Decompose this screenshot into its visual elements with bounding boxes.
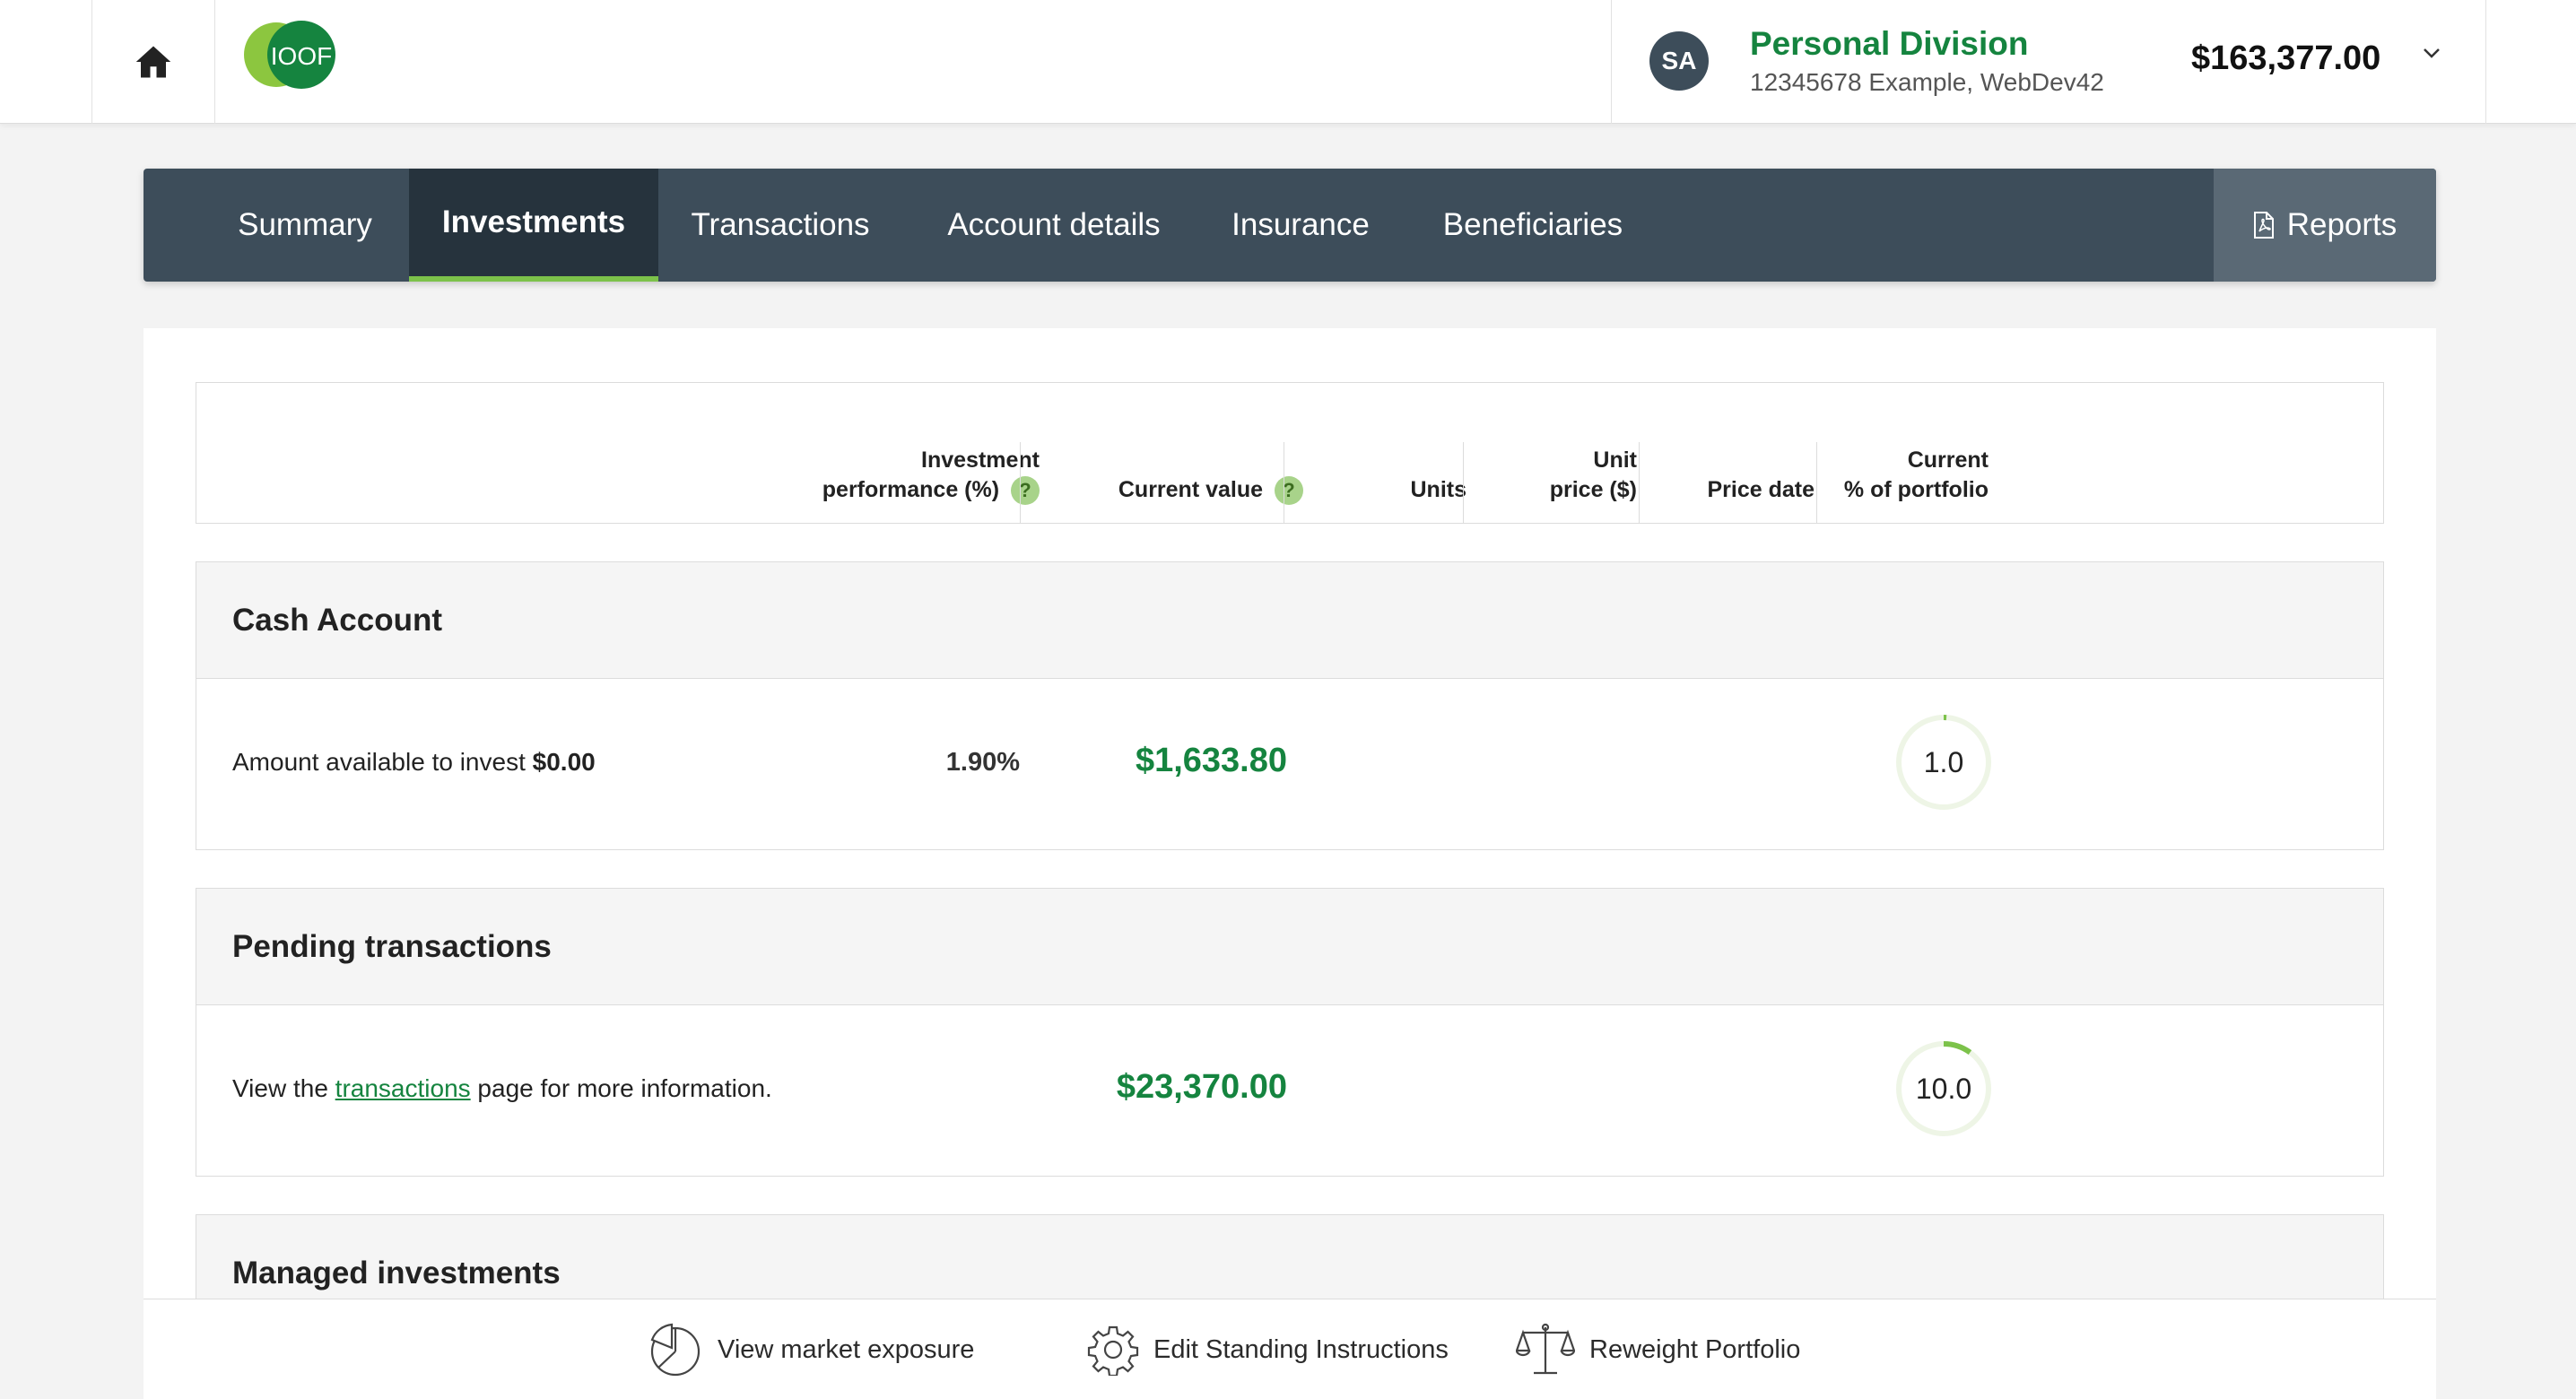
column-price-date: Price date xyxy=(1707,477,1815,502)
home-button[interactable] xyxy=(91,0,215,124)
pending-portfolio-percent: 10.0 xyxy=(1915,1072,1972,1105)
ioof-logo[interactable]: IOOF xyxy=(242,20,343,90)
account-name: Personal Division xyxy=(1750,25,2029,62)
account-balance: $163,377.00 xyxy=(2191,39,2381,77)
account-number: 12345678 Example, WebDev42 xyxy=(1750,68,2104,96)
column-divider xyxy=(1020,442,1021,523)
column-current-value: Current value ? xyxy=(1118,475,1303,506)
cash-available-amount: $0.00 xyxy=(532,748,596,776)
main-nav: Summary Investments Transactions Account… xyxy=(144,169,2436,282)
section-title: Cash Account xyxy=(196,562,2383,679)
column-current-portfolio: Current % of portfolio xyxy=(1843,448,1989,502)
table-row: Amount available to invest $0.00 1.90% $… xyxy=(196,679,2383,849)
avatar: SA xyxy=(1649,31,1709,91)
tab-insurance[interactable]: Insurance xyxy=(1220,169,1381,282)
cash-portfolio-percent: 1.0 xyxy=(1923,745,1964,778)
investments-panel: Investment performance (%) ? Current val… xyxy=(144,328,2436,1399)
pdf-file-icon xyxy=(2253,212,2274,239)
reports-button[interactable]: Reports xyxy=(2214,169,2436,282)
logo-text: IOOF xyxy=(271,42,332,70)
column-divider xyxy=(1639,442,1640,523)
reports-label: Reports xyxy=(2286,207,2398,242)
view-market-exposure-button[interactable]: View market exposure xyxy=(648,1299,974,1399)
reweight-portfolio-button[interactable]: Reweight Portfolio xyxy=(1516,1299,1800,1399)
cash-account-section: Cash Account Amount available to invest … xyxy=(196,561,2384,850)
reweight-label: Reweight Portfolio xyxy=(1589,1334,1801,1364)
section-title: Pending transactions xyxy=(196,889,2383,1005)
current-value-help-icon[interactable]: ? xyxy=(1275,476,1303,506)
cash-performance: 1.90% xyxy=(945,748,1020,777)
performance-help-icon[interactable]: ? xyxy=(1011,476,1040,506)
column-unit-price: Unit price ($) xyxy=(1549,448,1637,502)
cash-current-value: $1,633.80 xyxy=(1135,742,1287,779)
table-column-headers: Investment performance (%) ? Current val… xyxy=(196,382,2384,524)
top-header: IOOF SA Personal Division 12345678 Examp… xyxy=(0,0,2576,124)
edit-standing-instructions-button[interactable]: Edit Standing Instructions xyxy=(1087,1299,1449,1399)
standing-instructions-label: Edit Standing Instructions xyxy=(1153,1334,1449,1364)
tab-investments[interactable]: Investments xyxy=(409,169,658,282)
balance-scale-icon xyxy=(1516,1323,1575,1375)
pending-transactions-section: Pending transactions View the transactio… xyxy=(196,888,2384,1177)
tab-summary[interactable]: Summary xyxy=(215,169,395,282)
market-exposure-label: View market exposure xyxy=(718,1334,975,1364)
tab-beneficiaries[interactable]: Beneficiaries xyxy=(1424,169,1641,282)
column-divider xyxy=(1816,442,1817,523)
chevron-down-icon[interactable] xyxy=(2422,47,2441,59)
pending-current-value: $23,370.00 xyxy=(1116,1068,1287,1106)
home-icon xyxy=(135,46,171,78)
table-row: View the transactions page for more info… xyxy=(196,1005,2383,1176)
gear-icon xyxy=(1087,1325,1139,1376)
pending-info-text: View the transactions page for more info… xyxy=(232,1074,772,1102)
action-bar: View market exposure Edit Standing Instr… xyxy=(144,1299,2436,1399)
pie-chart-icon xyxy=(650,1323,701,1377)
column-investment-performance: Investment performance (%) ? xyxy=(822,446,1040,506)
tab-account-details[interactable]: Account details xyxy=(929,169,1179,282)
account-switcher[interactable]: SA Personal Division 12345678 Example, W… xyxy=(1611,0,2486,124)
transactions-link[interactable]: transactions xyxy=(335,1074,471,1102)
column-units: Units xyxy=(1410,477,1467,502)
column-divider xyxy=(1463,442,1464,523)
tab-transactions[interactable]: Transactions xyxy=(673,169,888,282)
cash-available-text: Amount available to invest $0.00 xyxy=(232,748,596,776)
